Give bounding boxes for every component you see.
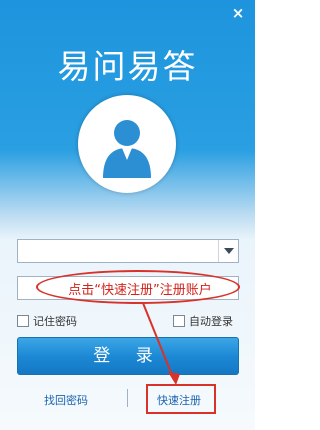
login-window: × 易问易答 点击“快速注册”注册账户 记住密码 自动登录 登 录 找回密码 快… bbox=[0, 0, 255, 430]
annotation-arrow bbox=[142, 302, 180, 385]
